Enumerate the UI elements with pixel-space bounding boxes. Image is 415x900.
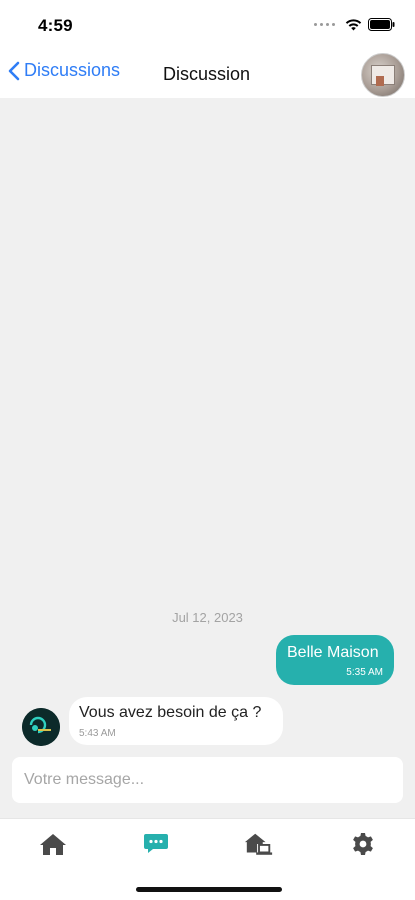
home-indicator	[136, 887, 282, 892]
tab-messages[interactable]	[141, 831, 171, 857]
battery-icon	[368, 18, 395, 31]
house-laptop-icon	[244, 833, 273, 855]
status-icons	[314, 18, 395, 31]
wifi-icon	[345, 18, 362, 30]
incoming-message-bubble[interactable]: Vous avez besoin de ça ? 5:43 AM	[69, 697, 283, 745]
date-separator: Jul 12, 2023	[172, 610, 243, 625]
chat-bubble-icon	[144, 834, 168, 853]
status-time: 4:59	[38, 16, 73, 35]
message-list[interactable]: Jul 12, 2023 Belle Maison 5:35 AM Vous a…	[0, 98, 415, 818]
logo-icon	[22, 708, 60, 746]
contact-avatar[interactable]	[361, 53, 405, 97]
message-time: 5:43 AM	[79, 728, 116, 739]
tab-listings[interactable]	[244, 831, 274, 857]
outgoing-message-bubble[interactable]: Belle Maison 5:35 AM	[276, 635, 394, 685]
back-button[interactable]: Discussions	[8, 60, 120, 81]
chat-screen: 4:59 Discussions Discussion Jul 12, 2023…	[0, 0, 415, 900]
tab-home[interactable]	[38, 831, 68, 857]
navigation-bar: Discussions Discussion	[0, 50, 415, 98]
sender-avatar	[22, 708, 60, 746]
avatar-image-chair	[376, 76, 384, 86]
message-text: Vous avez besoin de ça ?	[79, 704, 262, 721]
message-text: Belle Maison	[287, 644, 379, 661]
status-bar: 4:59	[0, 0, 415, 50]
cellular-signal-icon	[314, 23, 335, 26]
gear-icon	[353, 833, 373, 855]
page-title: Discussion	[163, 64, 251, 84]
tab-bar	[0, 818, 415, 900]
tab-settings[interactable]	[348, 831, 378, 857]
message-time: 5:35 AM	[346, 667, 383, 678]
home-icon	[40, 834, 66, 855]
chevron-left-icon	[8, 61, 20, 80]
message-composer[interactable]	[12, 757, 403, 803]
back-label: Discussions	[24, 60, 121, 80]
message-input[interactable]	[12, 757, 403, 803]
